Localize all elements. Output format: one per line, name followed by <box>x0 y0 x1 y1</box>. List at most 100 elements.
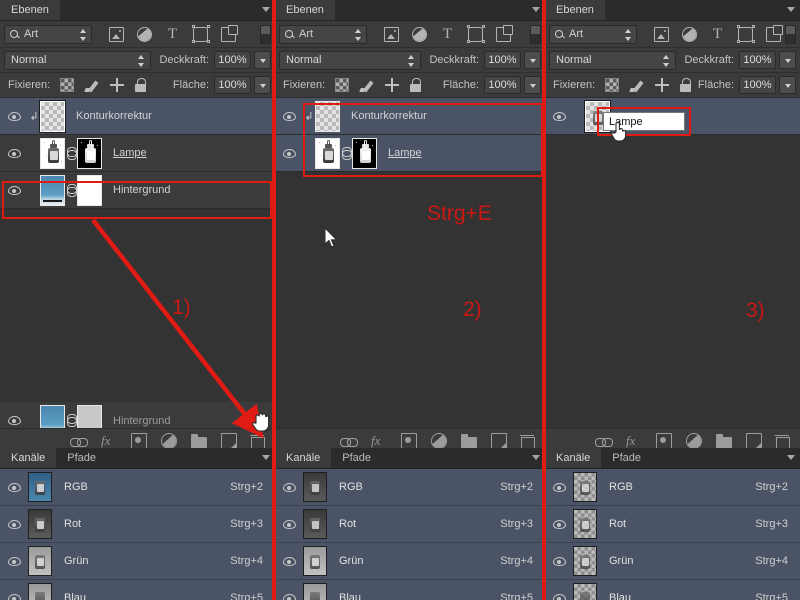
layer-mask-thumbnail-1c[interactable] <box>77 174 102 206</box>
filter-toggle-switch-2[interactable] <box>530 24 541 44</box>
layer-name-1a[interactable]: Konturkorrektur <box>76 110 152 122</box>
type-filter-icon-3[interactable]: T <box>710 26 725 42</box>
channel-row-rgb-1[interactable]: RGB Strg+2 <box>0 469 275 506</box>
shape-filter-icon-3[interactable] <box>736 25 755 43</box>
tab-pfade-2[interactable]: Pfade <box>331 448 383 468</box>
layer-name-1b[interactable]: Lampe <box>113 147 147 159</box>
fill-dropdown-button-2[interactable] <box>524 76 541 94</box>
channel-row-blau-3[interactable]: Blau Strg+5 <box>545 580 800 600</box>
channel-visibility-2d[interactable] <box>275 593 303 600</box>
layer-mask-icon-1[interactable] <box>131 432 147 449</box>
image-filter-icon-2[interactable] <box>384 26 399 42</box>
fx-icon-3[interactable]: fx <box>626 433 642 449</box>
fill-value-3[interactable]: 100% <box>739 76 776 94</box>
lock-position-icon-2[interactable] <box>385 78 400 92</box>
delete-layer-icon-3[interactable] <box>775 434 790 450</box>
layer-name-2b[interactable]: Lampe <box>388 147 422 159</box>
tab-pfade-3[interactable]: Pfade <box>601 448 653 468</box>
channel-row-rot-3[interactable]: Rot Strg+3 <box>545 506 800 543</box>
filter-toggle-switch-3[interactable] <box>785 24 796 44</box>
channel-visibility-2b[interactable] <box>275 519 303 529</box>
fill-value-1[interactable]: 100% <box>214 76 251 94</box>
blend-mode-select-3[interactable]: Normal <box>549 50 677 70</box>
channel-row-gruen-2[interactable]: Grün Strg+4 <box>275 543 545 580</box>
opacity-dropdown-button-3[interactable] <box>779 51 796 69</box>
adjustment-filter-icon-1[interactable] <box>137 26 152 42</box>
channel-visibility-2a[interactable] <box>275 482 303 492</box>
channel-visibility-3a[interactable] <box>545 482 573 492</box>
fx-icon-2[interactable]: fx <box>371 433 387 449</box>
layer-row-lampe-2[interactable]: ↳ Lampe <box>275 135 545 172</box>
new-layer-icon-3[interactable] <box>746 432 762 449</box>
lock-paint-icon-1[interactable] <box>85 78 99 92</box>
link-icon-1[interactable] <box>70 433 88 449</box>
lock-transparency-icon-2[interactable] <box>335 78 350 92</box>
adjustment-filter-icon-3[interactable] <box>682 26 697 42</box>
visibility-toggle-1c[interactable] <box>0 185 28 195</box>
lock-position-icon-3[interactable] <box>655 78 670 92</box>
visibility-toggle-2a[interactable] <box>275 111 303 121</box>
channel-row-blau-1[interactable]: Blau Strg+5 <box>0 580 275 600</box>
adjustment-layer-icon-3[interactable] <box>686 432 702 449</box>
lock-all-icon-2[interactable] <box>410 78 422 92</box>
chevron-updown-icon-blend-3[interactable] <box>663 54 670 67</box>
filter-kind-select-1[interactable]: Art <box>4 24 92 44</box>
channel-visibility-1c[interactable] <box>0 556 28 566</box>
chevron-updown-icon-2[interactable] <box>355 28 362 41</box>
blend-mode-select-2[interactable]: Normal <box>279 50 422 70</box>
chevron-updown-icon-blend-1[interactable] <box>138 54 145 67</box>
delete-layer-icon-2[interactable] <box>520 434 535 450</box>
channels-menu-icon-2[interactable] <box>532 455 540 460</box>
layer-name-2a[interactable]: Konturkorrektur <box>351 110 427 122</box>
filter-kind-select-2[interactable]: Art <box>279 24 367 44</box>
layer-row-hintergrund-1[interactable]: ↳ Hintergrund <box>0 172 275 209</box>
new-group-icon-1[interactable] <box>191 433 207 448</box>
shape-filter-icon-2[interactable] <box>466 25 485 43</box>
fx-icon-1[interactable]: fx <box>101 433 117 449</box>
channel-visibility-1a[interactable] <box>0 482 28 492</box>
opacity-value-2[interactable]: 100% <box>484 51 521 69</box>
adjustment-layer-icon-1[interactable] <box>161 432 177 449</box>
link-icon-3[interactable] <box>595 433 613 449</box>
fill-value-2[interactable]: 100% <box>484 76 521 94</box>
channel-row-blau-2[interactable]: Blau Strg+5 <box>275 580 545 600</box>
chevron-updown-icon-blend-2[interactable] <box>408 54 415 67</box>
new-group-icon-2[interactable] <box>461 433 477 448</box>
new-layer-icon-1[interactable] <box>221 432 237 449</box>
layer-thumbnail-1c[interactable] <box>40 174 65 206</box>
type-filter-icon-1[interactable]: T <box>165 26 180 42</box>
channel-visibility-3d[interactable] <box>545 593 573 600</box>
mask-link-icon-1c[interactable] <box>65 183 77 197</box>
fill-dropdown-button-1[interactable] <box>254 76 271 94</box>
layer-name-1c[interactable]: Hintergrund <box>113 184 170 196</box>
layer-row-lampe-1[interactable]: ↳ Lampe <box>0 135 275 172</box>
channel-visibility-3b[interactable] <box>545 519 573 529</box>
shape-filter-icon-1[interactable] <box>191 25 210 43</box>
channel-row-gruen-3[interactable]: Grün Strg+4 <box>545 543 800 580</box>
visibility-toggle-1b[interactable] <box>0 148 28 158</box>
opacity-dropdown-button-2[interactable] <box>524 51 541 69</box>
lock-paint-icon-3[interactable] <box>630 78 644 92</box>
panel-menu-icon-2[interactable] <box>532 7 540 12</box>
type-filter-icon-2[interactable]: T <box>440 26 455 42</box>
tab-ebenen-1[interactable]: Ebenen <box>0 0 60 20</box>
mask-link-icon-2b[interactable] <box>340 146 352 160</box>
channel-row-rot-1[interactable]: Rot Strg+3 <box>0 506 275 543</box>
channel-visibility-1b[interactable] <box>0 519 28 529</box>
tab-kanaele-2[interactable]: Kanäle <box>275 448 332 468</box>
visibility-toggle-3a[interactable] <box>545 111 573 121</box>
link-icon-2[interactable] <box>340 433 358 449</box>
layer-thumbnail-1b[interactable] <box>40 137 65 169</box>
adjustment-filter-icon-2[interactable] <box>412 26 427 42</box>
layer-mask-thumbnail-2b[interactable] <box>352 137 377 169</box>
image-filter-icon-1[interactable] <box>109 26 124 42</box>
new-layer-icon-2[interactable] <box>491 432 507 449</box>
tab-kanaele-3[interactable]: Kanäle <box>545 448 602 468</box>
delete-layer-icon-1[interactable] <box>250 434 265 450</box>
panel-menu-icon-1[interactable] <box>262 7 270 12</box>
smart-object-filter-icon-1[interactable] <box>221 24 238 42</box>
lock-all-icon-1[interactable] <box>135 78 147 92</box>
adjustment-layer-icon-2[interactable] <box>431 432 447 449</box>
channel-visibility-1d[interactable] <box>0 593 28 600</box>
channels-menu-icon-3[interactable] <box>787 455 795 460</box>
